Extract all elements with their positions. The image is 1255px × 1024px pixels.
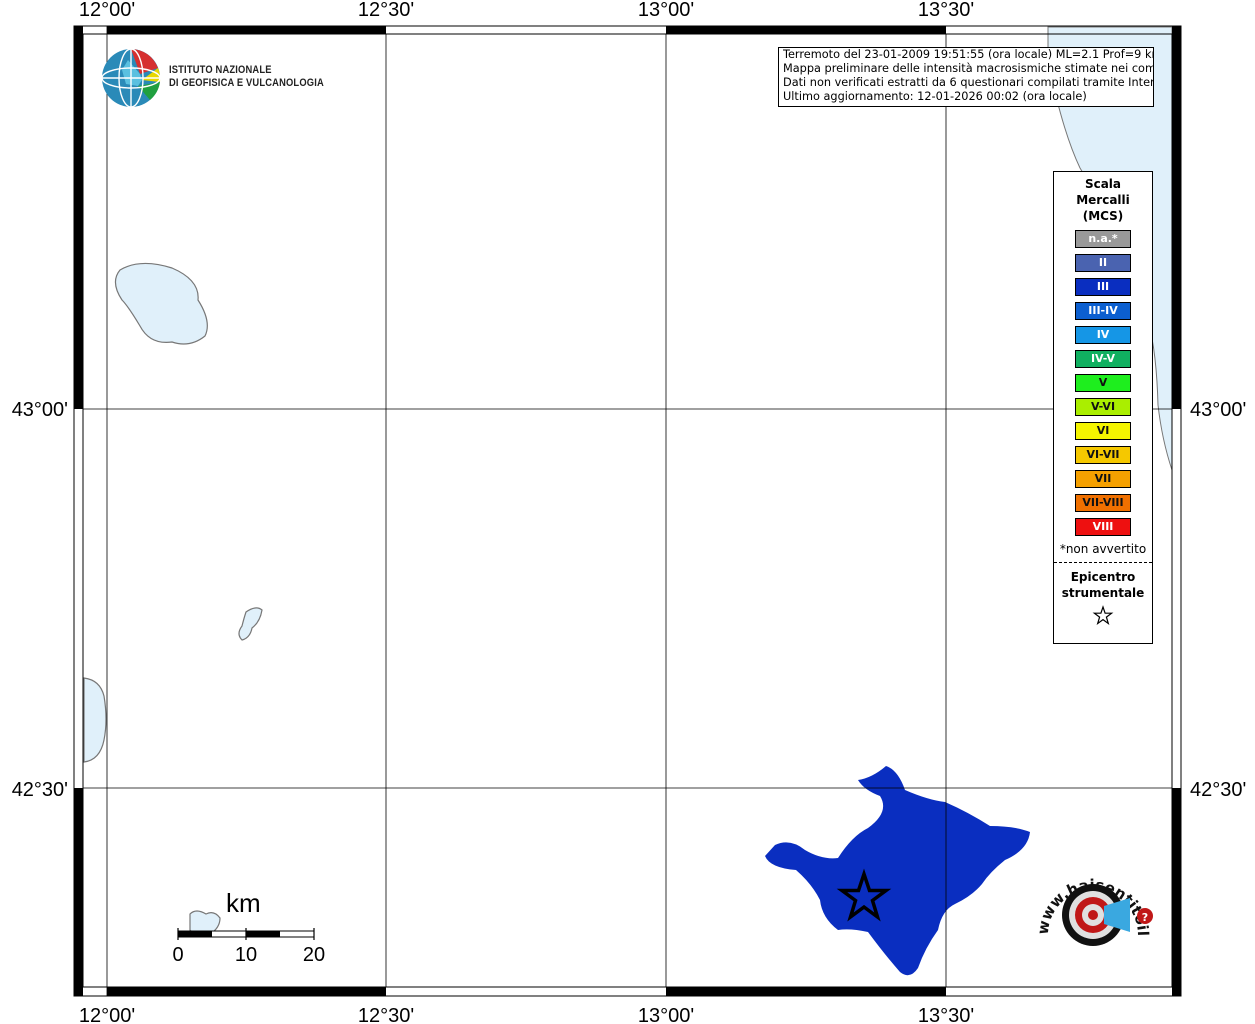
lon-label-top-2: 12°30' xyxy=(358,0,414,21)
legend-separator xyxy=(1054,562,1152,563)
legend-title-line3: (MCS) xyxy=(1082,209,1124,223)
legend-swatch-viii: VIII xyxy=(1075,518,1131,536)
legend-swatch-v: V xyxy=(1075,374,1131,392)
legend-swatch-n-a: n.a.* xyxy=(1075,230,1131,248)
legend-title: Scala Mercalli (MCS) xyxy=(1054,176,1152,224)
legend-swatch-v-vi: V-VI xyxy=(1075,398,1131,416)
scale-bar-tick-20: 20 xyxy=(302,944,326,966)
legend-swatch-ii: II xyxy=(1075,254,1131,272)
event-info-box: Terremoto del 23-01-2009 19:51:55 (ora l… xyxy=(778,47,1154,107)
legend-na-note: *non avvertito xyxy=(1059,542,1147,556)
lon-label-bottom-2: 12°30' xyxy=(358,1005,414,1024)
svg-text:?: ? xyxy=(1142,911,1148,924)
lat-label-right-1: 43°00' xyxy=(1190,399,1246,421)
legend-epicenter-line1: Epicentro xyxy=(1070,570,1136,584)
scale-bar-unit: km xyxy=(226,888,261,918)
legend-swatch-vi-vii: VI-VII xyxy=(1075,446,1131,464)
lat-label-left-2: 42°30' xyxy=(12,779,68,801)
legend-swatch-vi: VI xyxy=(1075,422,1131,440)
legend-star-icon xyxy=(1054,605,1152,631)
lon-label-bottom-1: 12°00' xyxy=(79,1005,135,1024)
event-info-line4: Ultimo aggiornamento: 12-01-2026 00:02 (… xyxy=(783,90,1087,103)
scale-bar-tick-0: 0 xyxy=(172,944,184,966)
event-info-line2: Mappa preliminare delle intensità macros… xyxy=(783,62,1153,75)
lat-label-left-1: 43°00' xyxy=(12,399,68,421)
legend-swatch-iii: III xyxy=(1075,278,1131,296)
ingv-logo-line2: DI GEOFISICA E VULCANOLOGIA xyxy=(169,77,324,89)
lat-label-right-2: 42°30' xyxy=(1190,779,1246,801)
event-info-line1: Terremoto del 23-01-2009 19:51:55 (ora l… xyxy=(783,48,1153,61)
lon-label-top-4: 13°30' xyxy=(918,0,974,21)
legend-epicenter-title: Epicentro strumentale xyxy=(1054,569,1152,601)
ingv-logo-globe xyxy=(101,48,161,108)
legend-epicenter-line2: strumentale xyxy=(1061,586,1145,600)
legend-swatch-vii-viii: VII-VIII xyxy=(1075,494,1131,512)
lon-label-bottom-3: 13°00' xyxy=(638,1005,694,1024)
lon-label-top-3: 13°00' xyxy=(638,0,694,21)
legend-title-line2: Mercalli xyxy=(1076,193,1130,207)
legend-swatches: n.a.* II III III-IV IV IV-V V V-VI VI VI-VII VII VI… xyxy=(1054,230,1152,536)
event-info-line3: Dati non verificati estratti da 6 questi… xyxy=(783,76,1153,89)
lon-label-bottom-4: 13°30' xyxy=(918,1005,974,1024)
scale-bar-tick-10: 10 xyxy=(234,944,258,966)
legend-title-line1: Scala xyxy=(1084,177,1122,191)
legend-swatch-iii-iv: III-IV xyxy=(1075,302,1131,320)
mcs-legend: Scala Mercalli (MCS) n.a.* II III III-IV IV I… xyxy=(1053,171,1153,644)
ingv-logo-text: ISTITUTO NAZIONALE DI GEOFISICA E VULCAN… xyxy=(169,64,324,90)
legend-swatch-iv-v: IV-V xyxy=(1075,350,1131,368)
lon-label-top-1: 12°00' xyxy=(79,0,135,21)
legend-swatch-vii: VII xyxy=(1075,470,1131,488)
legend-swatch-iv: IV xyxy=(1075,326,1131,344)
ingv-logo-line1: ISTITUTO NAZIONALE xyxy=(169,64,272,76)
